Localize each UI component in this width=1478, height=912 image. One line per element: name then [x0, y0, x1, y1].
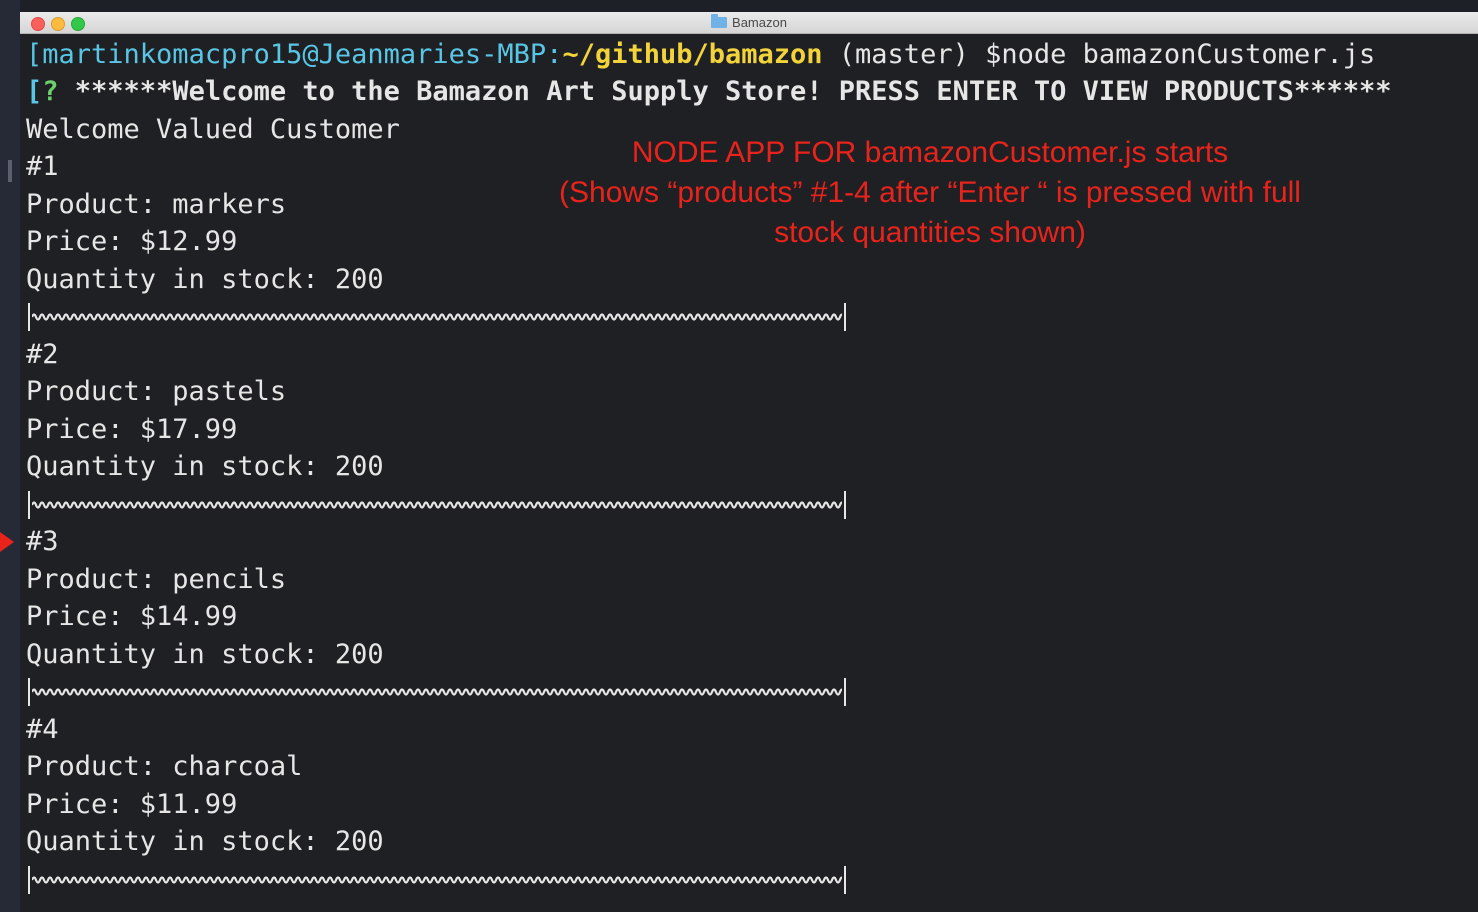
product-name: Product: pencils — [26, 564, 287, 595]
question-text: ******Welcome to the Bamazon Art Supply … — [58, 76, 1392, 107]
question-line: [? ******Welcome to the Bamazon Art Supp… — [26, 73, 1391, 110]
separator-line — [28, 486, 846, 523]
product-price: Price: $17.99 — [26, 414, 238, 445]
product-price: Price: $12.99 — [26, 226, 238, 257]
product-stock: Quantity in stock: 200 — [26, 639, 384, 670]
window-title: Bamazon — [732, 15, 787, 30]
prompt-command: $node bamazonCustomer.js — [985, 39, 1376, 70]
product-number: #3 — [26, 526, 59, 557]
product-price: Price: $11.99 — [26, 789, 238, 820]
product-stock: Quantity in stock: 200 — [26, 826, 384, 857]
separator-squiggle — [32, 312, 842, 321]
separator-line — [28, 861, 846, 898]
product-number: #2 — [26, 339, 59, 370]
red-arrow-icon — [0, 532, 14, 552]
product-name: Product: markers — [26, 189, 287, 220]
title-bar[interactable]: Bamazon — [20, 12, 1478, 34]
product-name: Product: charcoal — [26, 751, 303, 782]
product-price: Price: $14.99 — [26, 601, 238, 632]
product-stock: Quantity in stock: 200 — [26, 264, 384, 295]
product-number: #4 — [26, 714, 59, 745]
greeting-line: Welcome Valued Customer — [26, 114, 400, 145]
edge-marker — [8, 160, 12, 182]
prompt-branch: (master) — [822, 39, 986, 70]
separator-squiggle — [32, 687, 842, 696]
product-stock: Quantity in stock: 200 — [26, 451, 384, 482]
separator-squiggle — [32, 500, 842, 509]
window-title-wrap: Bamazon — [20, 14, 1478, 30]
separator-squiggle — [32, 875, 842, 884]
product-number: #1 — [26, 151, 59, 182]
question-mark: ? — [42, 76, 59, 107]
prompt-line: [martinkomacpro15@Jeanmaries-MBP:~/githu… — [26, 36, 1375, 73]
separator-line — [28, 673, 846, 710]
prompt-user-host: martinkomacpro15@Jeanmaries-MBP: — [42, 39, 563, 70]
separator-line — [28, 298, 846, 335]
annotation-line-1: NODE APP FOR bamazonCustomer.js starts — [631, 136, 1229, 169]
question-bracket: [ — [26, 76, 43, 107]
left-desktop-edge — [0, 0, 20, 912]
folder-icon — [711, 14, 728, 28]
annotation-callout: NODE APP FOR bamazonCustomer.js starts (… — [490, 133, 1370, 253]
prompt-path: ~/github/bamazon — [562, 39, 823, 70]
product-name: Product: pastels — [26, 376, 287, 407]
annotation-line-2: (Shows “products” #1-4 after “Enter “ is… — [559, 176, 1301, 209]
prompt-bracket: [ — [26, 39, 43, 70]
annotation-line-3: stock quantities shown) — [774, 216, 1086, 249]
